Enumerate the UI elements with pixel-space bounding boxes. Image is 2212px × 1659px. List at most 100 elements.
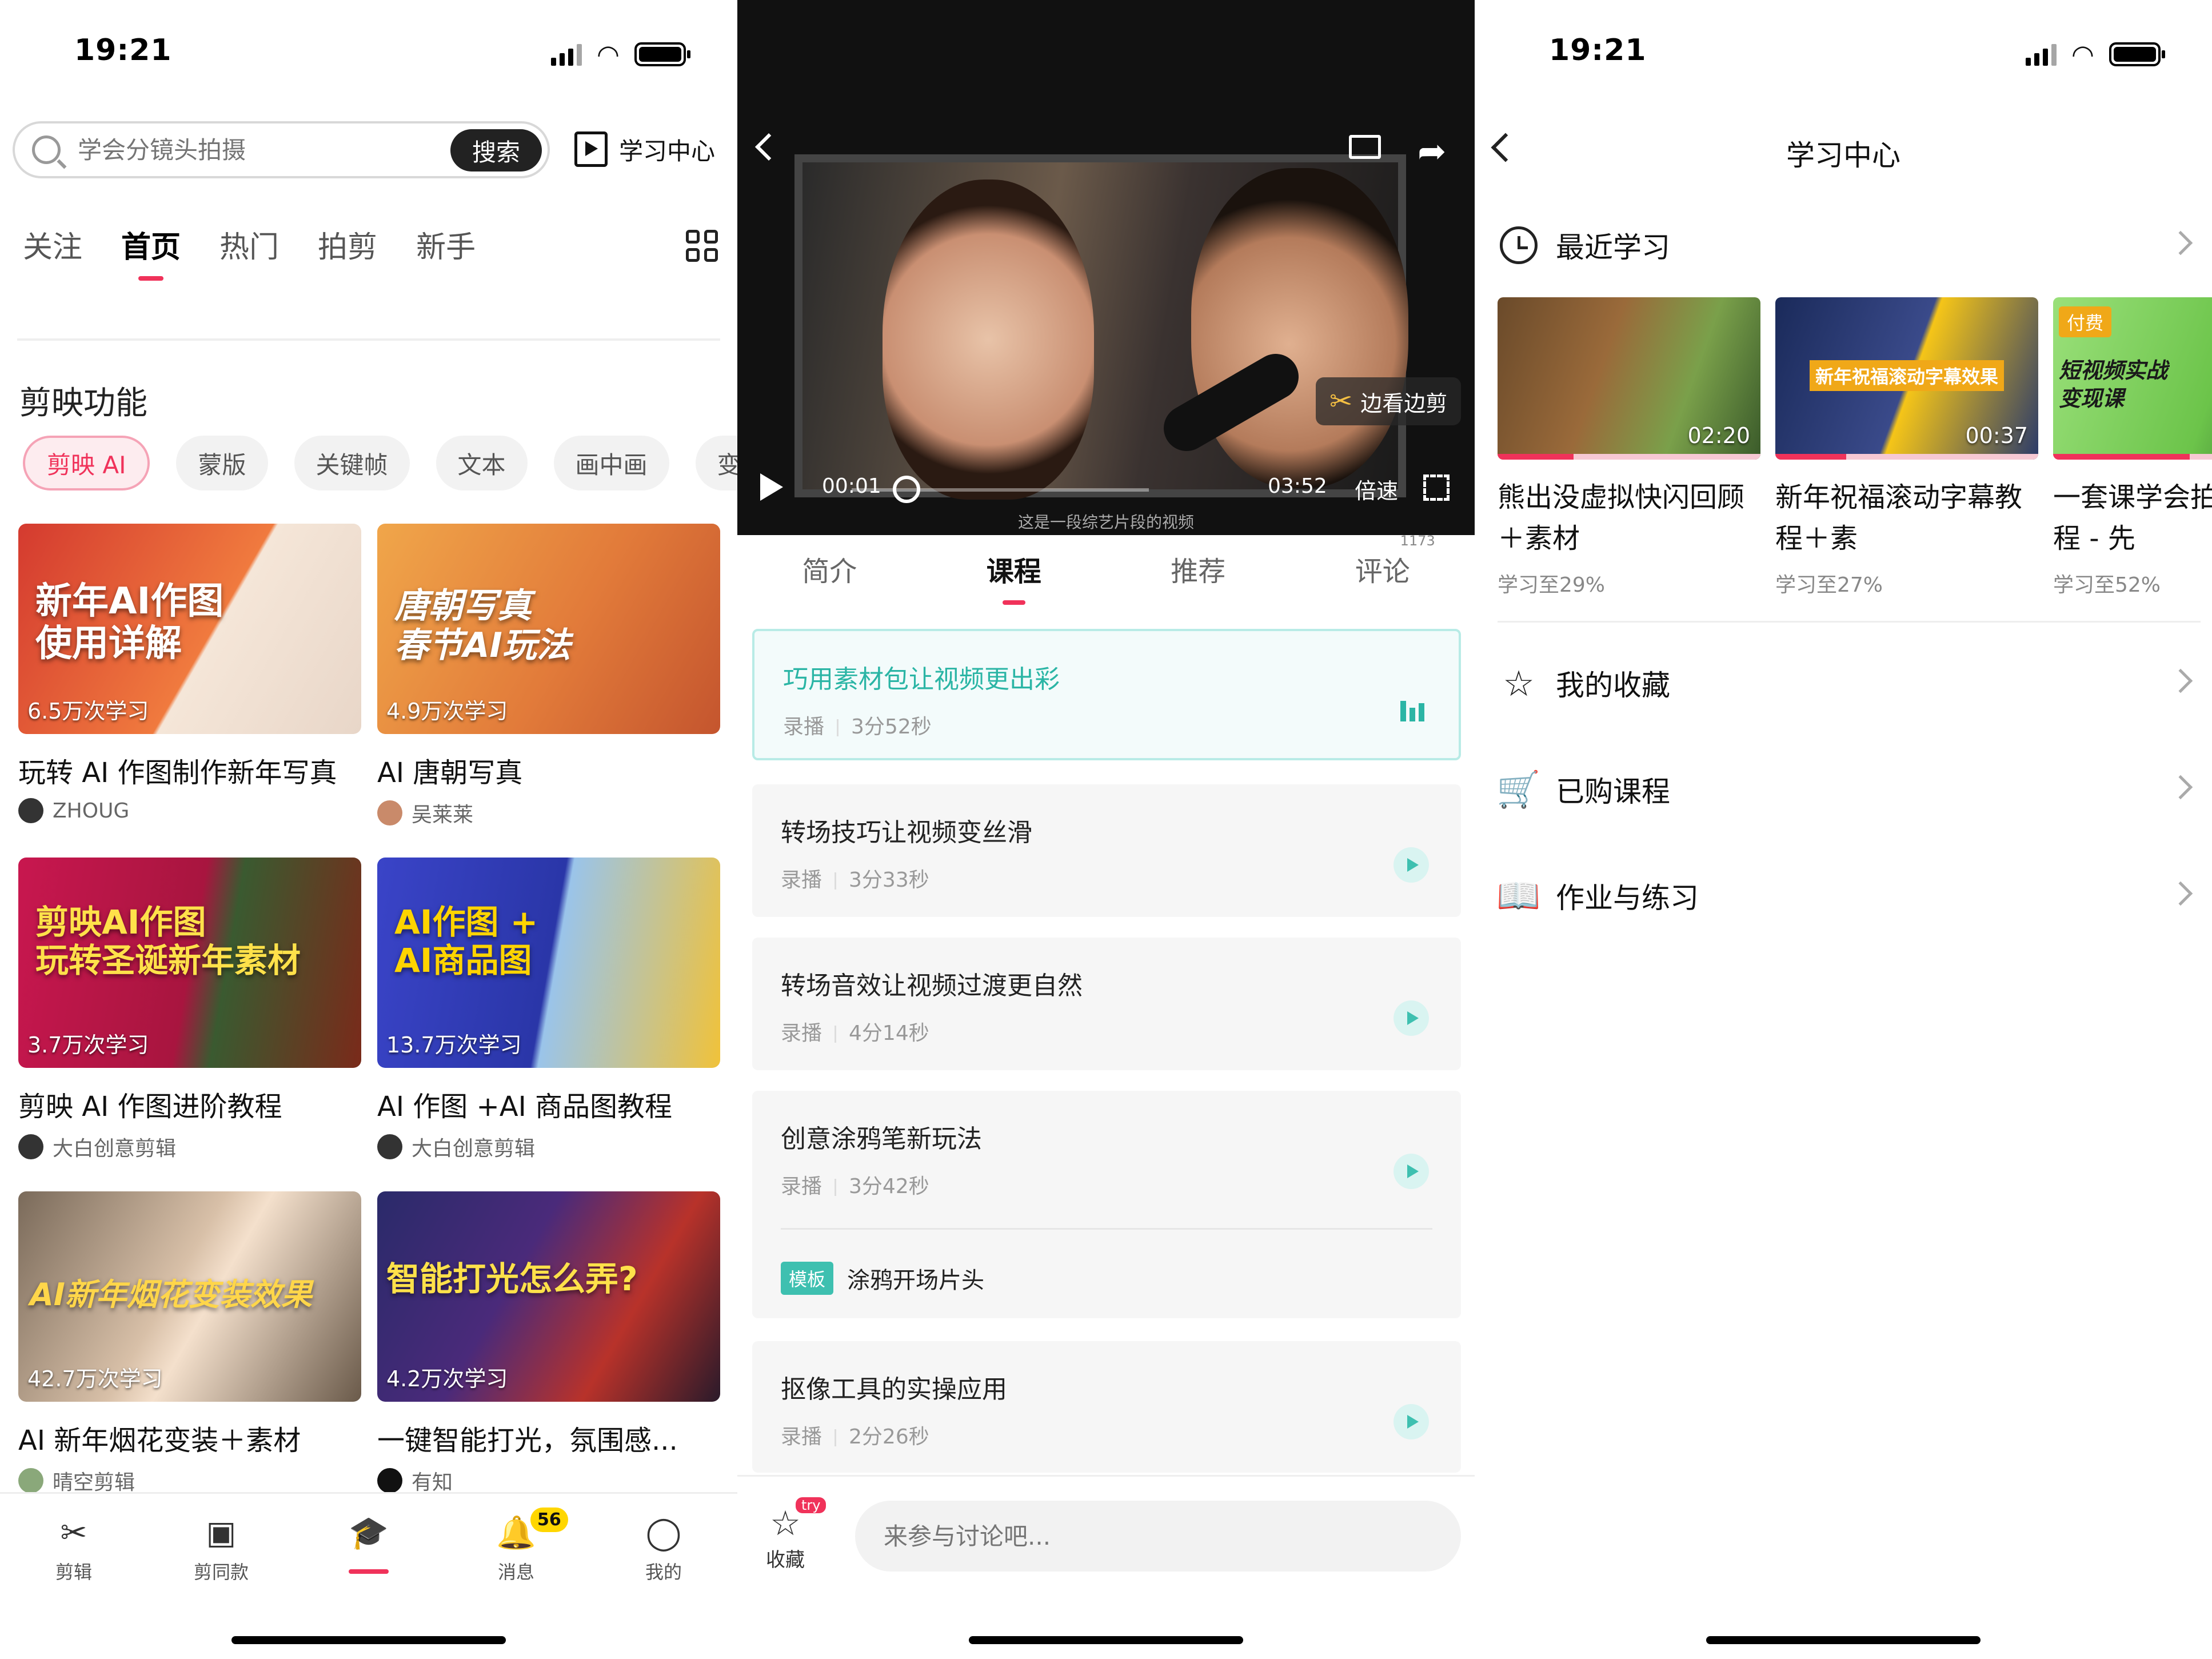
avatar (18, 1468, 43, 1493)
home-indicator (1706, 1636, 1981, 1644)
search-button[interactable]: 搜索 (450, 129, 542, 172)
play-circle-icon[interactable] (1394, 1000, 1429, 1036)
active-indicator (349, 1569, 389, 1574)
now-playing-icon (1400, 699, 1424, 721)
current-time: 00:01 (822, 474, 881, 498)
template-link[interactable]: 模板 涂鸦开场片头 (781, 1262, 1432, 1295)
course-title: 一键智能打光，氛围感... (377, 1425, 678, 1457)
course-author: 晴空剪辑 (18, 1466, 361, 1496)
video-frame (794, 154, 1408, 500)
speed-button[interactable]: 倍速 (1355, 473, 1398, 505)
home-screen: 19:21 ◠ 搜索 学习中心 关注 首页 热门 拍剪 新手 剪映功能 剪映 A… (0, 0, 737, 1659)
watch-and-edit-button[interactable]: ✂ 边看边剪 (1316, 377, 1462, 425)
tab-course[interactable]: 课程 (987, 549, 1041, 605)
share-icon[interactable]: ➦ (1418, 131, 1446, 172)
comment-count: 1173 (1400, 533, 1435, 549)
search-input[interactable] (78, 135, 421, 164)
status-time: 19:21 (1549, 33, 1647, 67)
section-title: 剪映功能 (19, 385, 147, 422)
search-icon (32, 135, 61, 164)
tab-home[interactable]: 首页 (121, 223, 181, 281)
clock-icon (1498, 224, 1540, 266)
play-circle-icon[interactable] (1394, 1154, 1429, 1189)
course-thumbnail: 剪映AI作图 玩转圣诞新年素材 3.7万次学习 (18, 858, 361, 1068)
study-center-button[interactable]: 学习中心 (574, 131, 715, 167)
course-thumbnail: 付费 短视频实战变现课 (2053, 297, 2212, 460)
chip-keyframe[interactable]: 关键帧 (294, 436, 410, 490)
chevron-right-icon (2168, 775, 2193, 800)
course-thumbnail: 新年AI作图 使用详解 6.5万次学习 (18, 524, 361, 734)
tab-templates[interactable]: ▣ 剪同款 (164, 1513, 278, 1595)
divider (17, 338, 720, 341)
course-card[interactable]: 唐朝写真 春节AI玩法 4.9万次学习 AI 唐朝写真 吴莱莱 (377, 524, 720, 828)
lesson-item[interactable]: 创意涂鸦笔新玩法 录播 3分42秒 模板 涂鸦开场片头 (752, 1091, 1461, 1318)
course-card[interactable]: AI作图 + AI商品图 13.7万次学习 AI 作图 +AI 商品图教程 大白… (377, 858, 720, 1162)
course-thumbnail: 新年祝福滚动字幕效果 00:37 (1775, 297, 2038, 460)
play-circle-icon[interactable] (1394, 1404, 1429, 1439)
lesson-item[interactable]: 转场音效让视频过渡更自然 录播 4分14秒 (752, 938, 1461, 1070)
avatar (377, 1468, 402, 1493)
cart-icon: 🛒 (1496, 768, 1541, 810)
view-count: 4.2万次学习 (386, 1366, 508, 1391)
back-icon[interactable] (754, 133, 783, 161)
graduation-cap-icon: 🎓 (349, 1514, 389, 1552)
tab-messages[interactable]: 🔔 消息 56 (459, 1508, 573, 1595)
grid-icon[interactable] (686, 230, 718, 262)
favorite-button[interactable]: ☆ 收藏 (766, 1506, 805, 1572)
template-tag: 模板 (781, 1262, 834, 1295)
course-card[interactable]: 剪映AI作图 玩转圣诞新年素材 3.7万次学习 剪映 AI 作图进阶教程 大白创… (18, 858, 361, 1162)
my-favorites-row[interactable]: ☆ 我的收藏 (1498, 657, 2201, 709)
tab-following[interactable]: 关注 (23, 223, 82, 266)
chip-more[interactable]: 变 (695, 436, 737, 490)
tab-recommend[interactable]: 推荐 (1171, 549, 1225, 589)
tab-edit[interactable]: ✂ 剪辑 (17, 1513, 131, 1595)
recent-course-card[interactable]: 02:20 熊出没虚拟快闪回顾＋素材 学习至29% (1498, 297, 1760, 598)
course-title: AI 作图 +AI 商品图教程 (377, 1091, 672, 1123)
tab-profile[interactable]: ◯ 我的 (606, 1513, 721, 1595)
avatar (377, 800, 402, 825)
person-icon: ◯ (645, 1514, 682, 1552)
home-indicator (231, 1636, 506, 1644)
lesson-item[interactable]: 抠像工具的实操应用 录播 2分26秒 (752, 1341, 1461, 1473)
tab-beginner[interactable]: 新手 (416, 223, 476, 266)
progress-knob[interactable] (893, 476, 920, 503)
tab-learn[interactable]: 🎓 (312, 1513, 426, 1595)
comment-input[interactable] (855, 1501, 1461, 1572)
course-tabs: 简介 课程 推荐 评论 1173 (737, 533, 1475, 605)
tab-hot[interactable]: 热门 (219, 223, 279, 266)
video-player[interactable]: ➦ ✂ 边看边剪 00:01 03:52 倍速 这是一段综艺片段的视频 (737, 0, 1475, 535)
course-card[interactable]: 智能打光怎么弄? 4.2万次学习 一键智能打光，氛围感... 有知 (377, 1191, 720, 1496)
divider (1498, 621, 2201, 623)
comment-bar: ☆ 收藏 try (737, 1475, 1475, 1589)
search-bar[interactable]: 搜索 (13, 121, 550, 178)
try-badge: try (796, 1497, 826, 1513)
tab-intro[interactable]: 简介 (802, 549, 857, 589)
view-count: 3.7万次学习 (27, 1032, 149, 1058)
course-author: 有知 (377, 1466, 720, 1496)
chip-text[interactable]: 文本 (436, 436, 528, 490)
chip-jianying-ai[interactable]: 剪映 AI (23, 436, 150, 490)
course-card[interactable]: 新年AI作图 使用详解 6.5万次学习 玩转 AI 作图制作新年写真 ZHOUG (18, 524, 361, 823)
play-icon[interactable] (760, 473, 783, 501)
homework-row[interactable]: 📖 作业与练习 (1496, 870, 2201, 922)
star-icon: ☆ (770, 1504, 801, 1544)
recent-course-card[interactable]: 新年祝福滚动字幕效果 00:37 新年祝福滚动字幕教程＋素 学习至27% (1775, 297, 2038, 598)
tab-shoot-edit[interactable]: 拍剪 (318, 223, 377, 266)
course-card[interactable]: AI新年烟花变装效果 42.7万次学习 AI 新年烟花变装＋素材 晴空剪辑 (18, 1191, 361, 1496)
recent-learning-row[interactable]: 最近学习 (1498, 220, 2201, 271)
purchased-courses-row[interactable]: 🛒 已购课程 (1496, 764, 2201, 815)
lesson-item[interactable]: 转场技巧让视频变丝滑 录播 3分33秒 (752, 784, 1461, 917)
course-thumbnail: AI作图 + AI商品图 13.7万次学习 (377, 858, 720, 1068)
avatar (18, 1134, 43, 1159)
tab-comments[interactable]: 评论 1173 (1355, 533, 1435, 589)
cast-screen-icon[interactable] (1349, 135, 1381, 159)
cellular-signal-icon (550, 43, 582, 66)
play-circle-icon[interactable] (1394, 847, 1429, 883)
course-thumbnail: 02:20 (1498, 297, 1760, 460)
recent-course-card[interactable]: 付费 短视频实战变现课 一套课学会拍辑全流程 - 先 学习至52% (2053, 297, 2212, 598)
fullscreen-icon[interactable] (1423, 474, 1450, 501)
chip-pip[interactable]: 画中画 (553, 436, 669, 490)
lesson-item[interactable]: 巧用素材包让视频更出彩 录播 3分52秒 (752, 629, 1461, 760)
course-author: 吴莱莱 (377, 798, 720, 828)
chip-mask[interactable]: 蒙版 (176, 436, 268, 490)
